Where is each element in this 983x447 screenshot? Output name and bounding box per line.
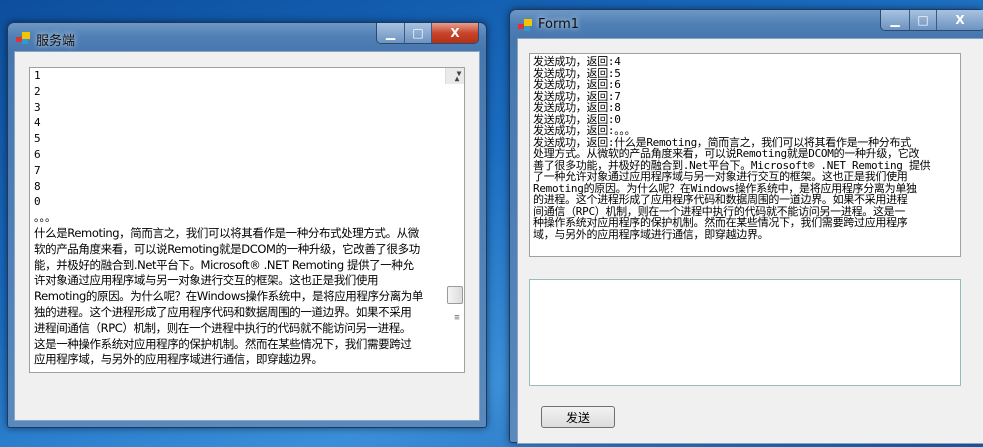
list-item[interactable]: 3 [32, 100, 464, 116]
list-item[interactable]: 7 [32, 163, 464, 179]
log-line: 种操作系统对应用程序的保护机制。然而在某些情况下，我们需要跨过应用程序 [533, 216, 908, 229]
list-item-text-line[interactable]: 能，并极好的融合到.Net平台下。Microsoft® .NET Remotin… [32, 258, 464, 274]
app-icon [518, 19, 532, 31]
message-input[interactable] [529, 279, 961, 386]
log-line: 发送成功，返回:。。。 [533, 124, 636, 137]
list-item[interactable]: 1 [32, 68, 464, 84]
list-item[interactable]: 4 [32, 115, 464, 131]
list-item-text-line[interactable]: 软的产品角度来看，可以说Remoting就是DCOM的一种升级，它改善了很多功 [32, 242, 464, 258]
list-item[interactable]: 8 [32, 179, 464, 195]
client-area: 1 2 3 4 5 6 7 8 0。。。 什么是Remoting，简而言之，我们可以将其看作是一种… [14, 51, 480, 421]
maximize-button[interactable]: □ [405, 23, 432, 43]
log-line: 的进程。这个进程形成了应用程序代码和数据周围的一道边界。如果不采用进程 [533, 193, 908, 206]
client-area: 发送成功，返回:4 发送成功，返回:5 发送成功，返回:6 发送成功，返回:7 发送成功… [517, 38, 983, 444]
caption-buttons: ▁ □ X [376, 23, 479, 44]
list-item-text-line[interactable]: Remoting的原因。为什么呢？在Windows操作系统中，是将应用程序分离为… [32, 289, 464, 305]
list-item[interactable]: 。。。 [32, 210, 464, 226]
scroll-down-arrow-icon[interactable]: ▼ [448, 68, 464, 82]
list-item-text-line[interactable]: 许对象通过应用程序域与另一对象进行交互的框架。这也正是我们使用 [32, 273, 464, 289]
list-item[interactable]: 2 [32, 84, 464, 100]
window-title: 服务端 [36, 34, 76, 49]
maximize-button[interactable]: □ [910, 10, 937, 30]
send-button[interactable]: 发送 [541, 406, 615, 428]
log-line: 发送成功，返回:8 [533, 101, 621, 114]
log-line: 处理方式。从微软的产品角度来看，可以说Remoting就是DCOM的一种升级，它… [533, 147, 920, 160]
scroll-thumb[interactable]: ≡ [447, 286, 463, 323]
log-line: 发送成功，返回:6 [533, 78, 621, 91]
close-button[interactable]: X [432, 23, 478, 43]
caption-buttons: ▁ □ X [880, 10, 983, 31]
minimize-button[interactable]: ▁ [881, 10, 910, 30]
list-item[interactable]: 0 [32, 194, 464, 210]
close-button[interactable]: X [937, 10, 983, 30]
list-item-text-line[interactable]: 应用程序域，与另外的应用程序域进行通信，即穿越边界。 [32, 352, 464, 368]
list-item[interactable]: 5 [32, 131, 464, 147]
window-title: Form1 [538, 17, 580, 32]
log-line: 了一种允许对象通过应用程序域与另一对象进行交互的框架。这也正是我们使用 [533, 170, 908, 183]
minimize-button[interactable]: ▁ [377, 23, 405, 43]
list-item-text-line[interactable]: 这是一种操作系统对应用程序的保护机制。然而在某些情况下，我们需要跨过 [32, 337, 464, 353]
message-listbox[interactable]: 1 2 3 4 5 6 7 8 0。。。 什么是Remoting，简而言之，我们可以将其看作是一种… [29, 67, 465, 373]
list-item-text-line[interactable]: 进程间通信（RPC）机制，则在一个进程中执行的代码就不能访问另一进程。 [32, 321, 464, 337]
list-item-text-line[interactable]: 什么是Remoting，简而言之，我们可以将其看作是一种分布式处理方式。从微 [32, 226, 464, 242]
log-line: 域，与另外的应用程序域进行通信，即穿越边界。 [533, 227, 769, 241]
list-item[interactable]: 6 [32, 147, 464, 163]
client-window: Form1 ▁ □ X 发送成功，返回:4 发送成功，返回:5 发送成功，返回:6 发… [509, 9, 983, 444]
server-window: 服务端 ▁ □ X 1 2 3 4 5 6 7 8 0。。。 什么是Remoting，简而言之，我… [7, 22, 487, 428]
log-line: 发送成功，返回:4 [533, 55, 621, 68]
app-icon [16, 32, 30, 44]
log-textbox[interactable]: 发送成功，返回:4 发送成功，返回:5 发送成功，返回:6 发送成功，返回:7 发送成功… [529, 53, 961, 257]
list-item-text-line[interactable]: 独的进程。这个进程形成了应用程序代码和数据周围的一道边界。如果不采用 [32, 305, 464, 321]
vertical-scrollbar[interactable]: ▲ ≡ ▼ [445, 68, 464, 323]
